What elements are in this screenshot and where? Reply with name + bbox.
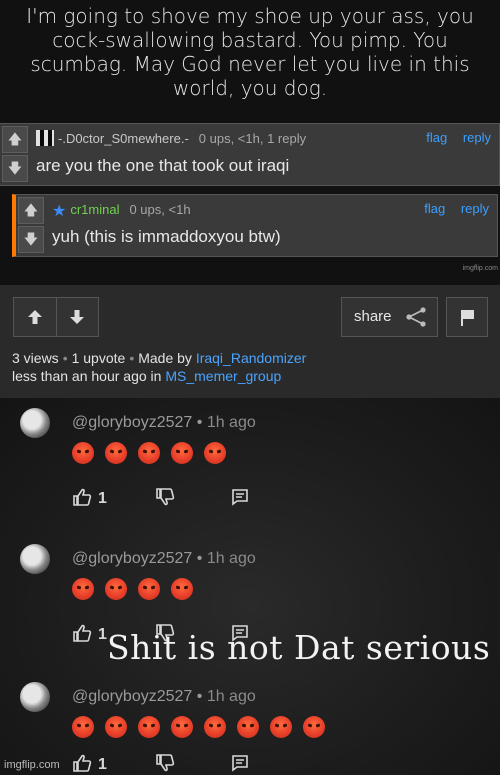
avatar-icon [36,130,54,146]
quote-line: scumbag. May God never let you live in t… [30,52,470,76]
yt-time: 1h ago [206,688,256,705]
downvote-button[interactable]: 🡇 [18,226,44,253]
avatar [20,544,50,574]
comment-reply: 🡅 🡇 ★ cr1minal 0 ups, <1h flag reply yuh (… [12,194,498,257]
flag-icon [461,310,474,326]
quote-line: world, you dog. [172,76,328,100]
angry-face-icon [204,716,226,738]
reply-link[interactable]: reply [463,130,491,145]
angry-emoji-row [72,442,237,469]
angry-face-icon [105,578,127,600]
group-link[interactable]: MS_memer_group [165,368,281,384]
upvote-button[interactable]: 🡅 [2,126,28,153]
comment-username[interactable]: -.D0ctor_S0mewhere.- [58,131,189,146]
yt-comment-header: @gloryboyz2527 • 1h ago [72,688,256,705]
upvote-button[interactable]: 🡅 [18,197,44,224]
post-meta: 3 views • 1 upvote • Made by Iraqi_Randomize… [12,350,307,384]
comment-username[interactable]: cr1minal [70,202,119,217]
meme-image: @gloryboyz2527 • 1h ago 1 @gloryboyz2527… [0,398,500,775]
share-button[interactable]: share [341,297,438,337]
quote-line: cock-swallowing bastard. You pimp. You [52,28,448,52]
flag-link[interactable]: flag [426,130,447,145]
reply-icon [232,755,248,772]
yt-username: @gloryboyz2527 [72,414,193,431]
yt-comment-header: @gloryboyz2527 • 1h ago [72,550,256,567]
view-count: 3 views [12,350,59,366]
angry-face-icon [138,442,160,464]
angry-face-icon [171,716,193,738]
arrow-up-icon [27,310,42,324]
like-count: 1 [98,490,107,507]
yt-username: @gloryboyz2527 [72,688,193,705]
comment-meta: -.D0ctor_S0mewhere.- 0 ups, <1h, 1 reply [36,130,306,146]
flag-link[interactable]: flag [424,201,445,216]
angry-face-icon [204,442,226,464]
comment-text: yuh (this is immaddoxyou btw) [52,227,281,246]
comment: 🡅 🡇 -.D0ctor_S0mewhere.- 0 ups, <1h, 1 re… [0,123,500,186]
thumbs-down-icon [156,754,175,772]
upvote-button[interactable] [14,298,56,336]
angry-face-icon [171,442,193,464]
angry-face-icon [138,716,160,738]
post-toolbar: share 3 views • 1 upvote • Made by Iraqi_Ran… [0,285,500,398]
angry-face-icon [72,716,94,738]
time-label: less than an hour ago in [12,368,162,384]
like-count: 1 [98,756,107,773]
angry-emoji-row [72,716,336,743]
like-count: 1 [98,626,107,643]
upvote-count: 1 upvote [71,350,126,366]
thumbs-up-icon [73,624,92,642]
angry-emoji-row [72,578,204,605]
post-vote-group [13,297,99,337]
angry-face-icon [270,716,292,738]
watermark: imgflip.com [4,759,60,771]
thumbs-up-icon [73,754,92,772]
star-icon: ★ [52,203,67,220]
comment-stats: 0 ups, <1h [129,202,191,217]
comment-votes: 🡅 🡇 [2,126,28,183]
yt-comment-header: @gloryboyz2527 • 1h ago [72,414,256,431]
reply-icon [232,489,248,506]
angry-face-icon [171,578,193,600]
angry-face-icon [303,716,325,738]
overlay-caption: Shit is not Dat serious [107,628,491,667]
avatar [20,682,50,712]
comment-actions: flag reply [412,201,489,216]
comment-stats: 0 ups, <1h, 1 reply [198,131,307,146]
yt-username: @gloryboyz2527 [72,550,193,567]
yt-actions: 1 [72,488,250,508]
arrow-down-icon [70,310,85,324]
downvote-button[interactable]: 🡇 [2,155,28,182]
quote-line: I'm going to shove my shoe up your ass, … [26,4,474,28]
comment-votes: 🡅 🡇 [18,197,44,254]
angry-face-icon [105,716,127,738]
comment-actions: flag reply [414,130,491,145]
angry-face-icon [72,442,94,464]
flag-button[interactable] [446,297,488,337]
watermark: imgflip.com [462,265,498,272]
share-label: share [354,308,392,325]
angry-face-icon [72,578,94,600]
angry-face-icon [105,442,127,464]
quote-text: I'm going to shove my shoe up your ass, … [0,0,500,120]
avatar [20,408,50,438]
comment-meta: ★ cr1minal 0 ups, <1h [52,201,191,221]
thumbs-up-icon [73,488,92,506]
angry-face-icon [138,578,160,600]
downvote-button[interactable] [55,298,98,336]
comment-thread: 🡅 🡇 -.D0ctor_S0mewhere.- 0 ups, <1h, 1 re… [0,120,500,285]
thumbs-down-icon [156,488,175,506]
yt-actions: 1 [72,754,250,774]
comment-text: are you the one that took out iraqi [36,156,290,175]
share-icon [406,307,426,327]
reply-link[interactable]: reply [461,201,489,216]
author-link[interactable]: Iraqi_Randomizer [196,350,307,366]
yt-time: 1h ago [206,550,256,567]
made-by-label: Made by [138,350,192,366]
angry-face-icon [237,716,259,738]
yt-time: 1h ago [206,414,256,431]
